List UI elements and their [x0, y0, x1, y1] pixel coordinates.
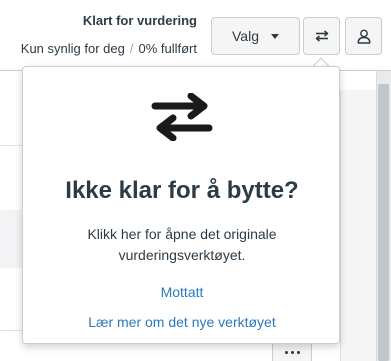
- dot: [290, 351, 294, 354]
- gradebook-header: Klart for vurdering Kun synlig for deg / 0…: [0, 0, 391, 70]
- learn-more-link[interactable]: Lær mer om det nye verktøyet: [23, 314, 341, 330]
- switch-tool-popover: Ikke klar for å bytte? Klikk her for åpn…: [22, 66, 340, 344]
- caret-down-icon: [270, 33, 279, 39]
- status-title: Klart for vurdering: [82, 13, 197, 28]
- switch-tool-button[interactable]: [303, 17, 340, 55]
- user-button[interactable]: [345, 17, 382, 55]
- received-link[interactable]: Mottatt: [23, 284, 341, 300]
- separator: /: [129, 41, 134, 56]
- row-highlight: [0, 210, 22, 268]
- swap-arrows-icon: [151, 93, 213, 141]
- popover-body: Klikk her for åpne det originale vurderi…: [87, 226, 277, 263]
- user-icon: [357, 29, 370, 44]
- progress-text: 0% fullført: [138, 41, 197, 56]
- dot: [296, 351, 300, 354]
- row-divider: [0, 145, 22, 146]
- status-subline: Kun synlig for deg / 0% fullført: [21, 41, 197, 56]
- swap-arrows-icon: [315, 30, 328, 42]
- options-menu-button[interactable]: Valg: [211, 17, 300, 55]
- visibility-text: Kun synlig for deg: [20, 41, 125, 56]
- popover-title: Ikke klar for å bytte?: [65, 177, 299, 204]
- side-panel: [340, 90, 376, 361]
- scrollbar-thumb[interactable]: [378, 84, 389, 361]
- row-divider: [0, 330, 22, 331]
- options-label: Valg: [232, 28, 259, 44]
- dot: [284, 351, 288, 354]
